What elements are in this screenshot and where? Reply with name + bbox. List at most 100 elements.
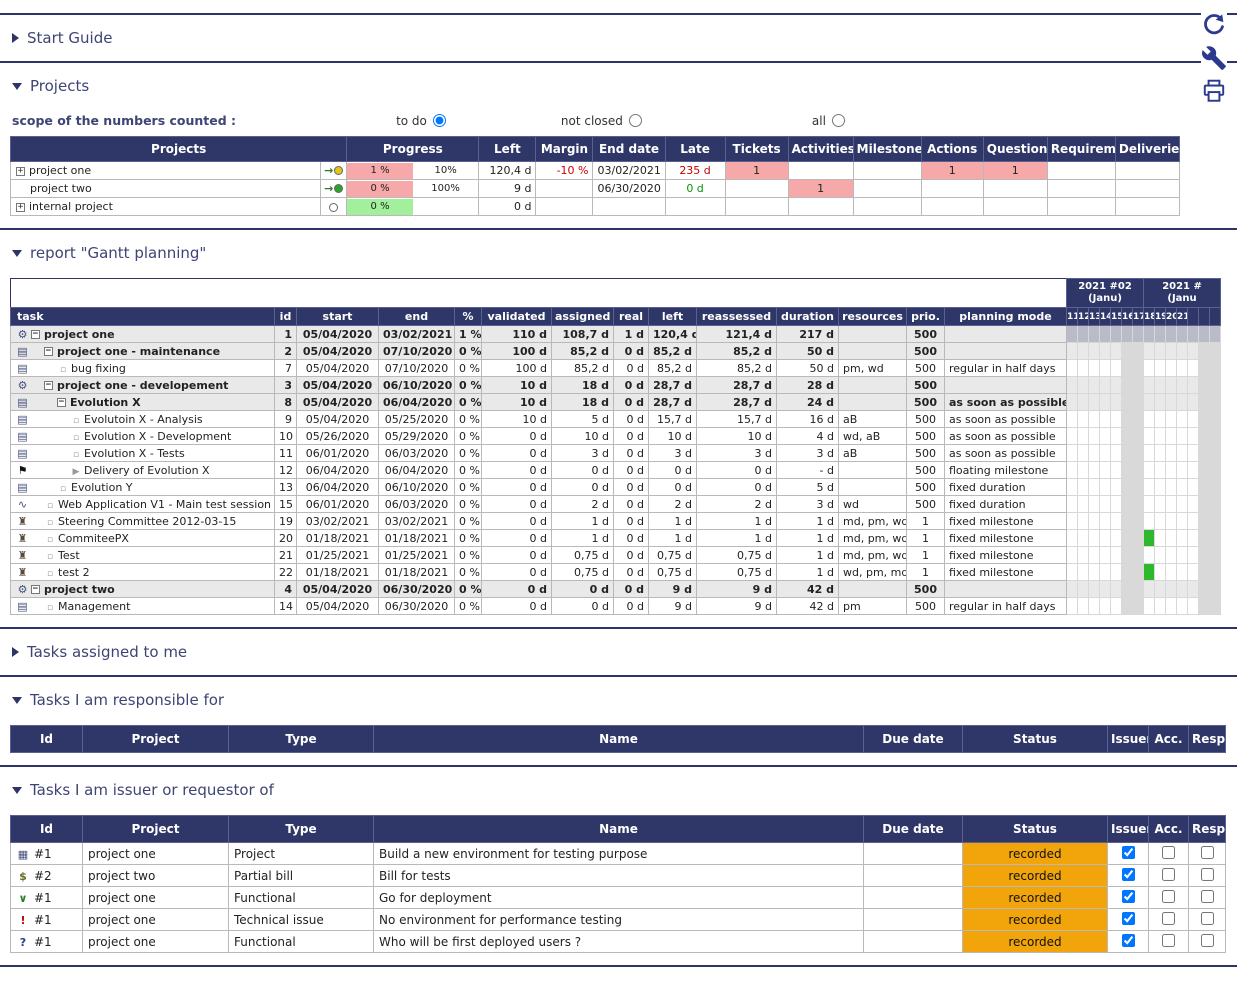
projects-col-left[interactable]: Left (479, 137, 536, 162)
projects-col-questions[interactable]: Questions (983, 137, 1047, 162)
gantt-col-planningmode[interactable]: planning mode (945, 308, 1067, 326)
gantt-col-task[interactable]: task (11, 308, 275, 326)
gantt-col-left[interactable]: left (649, 308, 697, 326)
task-name[interactable]: Evolutoin X - Analysis (84, 413, 203, 426)
col-duedate[interactable]: Due date (864, 816, 963, 843)
collapse-toggle[interactable]: − (57, 398, 66, 407)
section-title-gantt-report[interactable]: report "Gantt planning" (0, 230, 1237, 276)
ticket-id-cell[interactable]: $#2 (11, 865, 83, 887)
acc-checkbox[interactable] (1162, 846, 1175, 859)
ticket-name-cell[interactable]: Bill for tests (374, 865, 864, 887)
task-cell[interactable]: ⚑▶Delivery of Evolution X (11, 462, 275, 479)
ticket-name-cell[interactable]: Who will be first deployed users ? (374, 931, 864, 953)
task-cell[interactable]: ▤▫Evolutoin X - Analysis (11, 411, 275, 428)
col-type[interactable]: Type (229, 726, 374, 753)
task-name[interactable]: Test (58, 549, 80, 562)
projects-col-requirem[interactable]: Requirem (1047, 137, 1115, 162)
task-cell[interactable]: ♜▫Steering Committee 2012-03-15 (11, 513, 275, 530)
print-icon[interactable] (1201, 78, 1227, 104)
task-cell[interactable]: ♜▫test 2 (11, 564, 275, 581)
section-title-projects[interactable]: Projects (0, 63, 1237, 109)
col-status[interactable]: Status (963, 816, 1108, 843)
task-name[interactable]: Evolution Y (71, 481, 133, 494)
scope-radio[interactable] (832, 114, 845, 127)
gantt-col-duration[interactable]: duration (777, 308, 839, 326)
ticket-id-cell[interactable]: ▦#1 (11, 843, 83, 865)
task-cell[interactable]: ▤−project one - maintenance (11, 343, 275, 360)
col-acc[interactable]: Acc. (1149, 726, 1189, 753)
col-project[interactable]: Project (83, 816, 229, 843)
project-name[interactable]: project two (30, 182, 92, 195)
task-name[interactable]: Web Application V1 - Main test session (58, 498, 271, 511)
gantt-col-%[interactable]: % (455, 308, 482, 326)
task-name[interactable]: test 2 (58, 566, 90, 579)
col-resp[interactable]: Resp. (1189, 726, 1226, 753)
task-name[interactable]: Delivery of Evolution X (84, 464, 210, 477)
projects-col-milestones[interactable]: Milestones (853, 137, 921, 162)
task-cell[interactable]: ♜▫Test (11, 547, 275, 564)
ticket-name-cell[interactable]: No environment for performance testing (374, 909, 864, 931)
section-title-tasks-issuer[interactable]: Tasks I am issuer or requestor of (0, 767, 1237, 813)
acc-checkbox[interactable] (1162, 912, 1175, 925)
task-name[interactable]: Evolution X - Development (84, 430, 231, 443)
project-name-cell[interactable]: +project one (11, 162, 321, 180)
expand-toggle[interactable]: + (16, 203, 25, 212)
projects-col-actions[interactable]: Actions (921, 137, 983, 162)
task-name[interactable]: bug fixing (71, 362, 126, 375)
task-cell[interactable]: ▤▫Management (11, 598, 275, 615)
section-title-start-guide[interactable]: Start Guide (0, 15, 1237, 61)
issuer-checkbox[interactable] (1122, 890, 1135, 903)
issuer-checkbox[interactable] (1122, 934, 1135, 947)
scope-option-to-do[interactable]: to do (396, 114, 446, 128)
gantt-col-validated[interactable]: validated (482, 308, 552, 326)
task-cell[interactable]: ▤▫Evolution Y (11, 479, 275, 496)
col-acc[interactable]: Acc. (1149, 816, 1189, 843)
ticket-id-cell[interactable]: ?#1 (11, 931, 83, 953)
project-name-cell[interactable]: project two (11, 180, 321, 198)
ticket-id[interactable]: #1 (34, 891, 52, 905)
task-cell[interactable]: ⚙−project two (11, 581, 275, 598)
gantt-col-assigned[interactable]: assigned (552, 308, 614, 326)
ticket-id-cell[interactable]: ∨#1 (11, 887, 83, 909)
projects-col-activities[interactable]: Activities (788, 137, 853, 162)
project-name[interactable]: project one (29, 164, 91, 177)
col-resp[interactable]: Resp. (1189, 816, 1226, 843)
projects-col-enddate[interactable]: End date (593, 137, 665, 162)
ticket-name-cell[interactable]: Go for deployment (374, 887, 864, 909)
task-name[interactable]: Evolution X (70, 396, 141, 409)
task-cell[interactable]: ⚙−project one - developement (11, 377, 275, 394)
task-cell[interactable]: ▤▫Evolution X - Development (11, 428, 275, 445)
resp-checkbox[interactable] (1201, 912, 1214, 925)
collapse-toggle[interactable]: − (31, 330, 40, 339)
ticket-name-cell[interactable]: Build a new environment for testing purp… (374, 843, 864, 865)
collapse-toggle[interactable]: − (44, 347, 53, 356)
collapse-toggle[interactable]: − (44, 381, 53, 390)
wrench-icon[interactable] (1201, 45, 1227, 71)
goto-project-icon[interactable]: → (324, 164, 333, 177)
projects-col-margin[interactable]: Margin (536, 137, 593, 162)
col-project[interactable]: Project (83, 726, 229, 753)
projects-col-progress[interactable]: Progress (347, 137, 479, 162)
task-cell[interactable]: ▤▫Evolution X - Tests (11, 445, 275, 462)
acc-checkbox[interactable] (1162, 890, 1175, 903)
acc-checkbox[interactable] (1162, 934, 1175, 947)
resp-checkbox[interactable] (1201, 846, 1214, 859)
resp-checkbox[interactable] (1201, 868, 1214, 881)
issuer-checkbox[interactable] (1122, 912, 1135, 925)
projects-col-late[interactable]: Late (665, 137, 725, 162)
task-name[interactable]: Evolution X - Tests (84, 447, 185, 460)
gantt-col-real[interactable]: real (614, 308, 649, 326)
col-id[interactable]: Id (11, 726, 83, 753)
project-name-cell[interactable]: +internal project (11, 198, 321, 216)
resp-checkbox[interactable] (1201, 934, 1214, 947)
collapse-toggle[interactable]: − (31, 585, 40, 594)
task-name[interactable]: project one - developement (57, 379, 228, 392)
projects-col-deliveries[interactable]: Deliveries (1115, 137, 1179, 162)
issuer-checkbox[interactable] (1122, 846, 1135, 859)
gantt-col-prio[interactable]: prio. (907, 308, 945, 326)
ticket-id[interactable]: #2 (34, 869, 52, 883)
col-duedate[interactable]: Due date (864, 726, 963, 753)
scope-option-all[interactable]: all (812, 114, 845, 128)
task-cell[interactable]: ∿▫Web Application V1 - Main test session (11, 496, 275, 513)
issuer-checkbox[interactable] (1122, 868, 1135, 881)
